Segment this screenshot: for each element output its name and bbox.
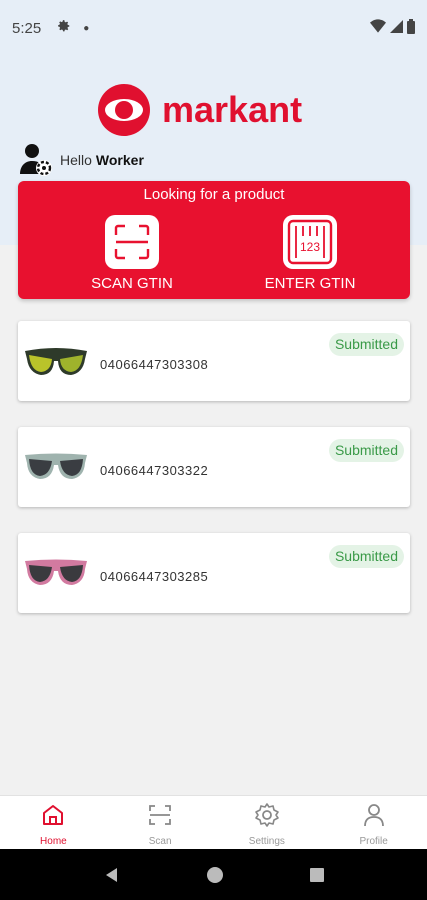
barcode-digits: 123: [300, 240, 320, 254]
product-gtin: 04066447303308: [100, 357, 209, 372]
brand-logo: markant: [98, 84, 302, 136]
user-greeting: Hello Worker: [18, 142, 144, 178]
nav-item-home[interactable]: Home: [0, 796, 107, 849]
nav-item-scan[interactable]: Scan: [107, 796, 214, 849]
home-icon: [43, 805, 64, 825]
sunglasses-thumbnail-icon: [25, 348, 87, 375]
nav-item-settings[interactable]: Settings: [214, 796, 321, 849]
status-badge: Submitted: [328, 545, 404, 568]
bottom-navigation: Home Scan Settings Profile: [0, 795, 427, 849]
sunglasses-thumbnail-icon: [25, 559, 87, 585]
gear-icon: [57, 19, 71, 38]
wifi-icon: [370, 19, 386, 37]
status-time: 5:25: [12, 19, 42, 37]
nav-label-profile: Profile: [359, 836, 388, 847]
back-icon[interactable]: [103, 866, 121, 884]
status-bar: 5:25 ●: [0, 0, 427, 56]
settings-icon: [255, 803, 279, 827]
nav-label-scan: Scan: [148, 836, 172, 847]
brand-name: markant: [162, 89, 303, 130]
product-gtin: 04066447303285: [100, 569, 209, 584]
scan-frame-icon: [105, 215, 159, 269]
product-card[interactable]: 04066447303308 Submitted: [18, 321, 410, 401]
status-badge: Submitted: [328, 333, 404, 356]
enter-gtin-label: ENTER GTIN: [264, 275, 356, 292]
profile-icon: [363, 804, 384, 827]
nav-item-profile[interactable]: Profile: [320, 796, 427, 849]
recents-icon[interactable]: [309, 867, 325, 883]
sunglasses-thumbnail-icon: [25, 453, 87, 479]
markant-logo-icon: [98, 84, 150, 136]
battery-icon: [407, 18, 415, 38]
product-card[interactable]: 04066447303285 Submitted: [18, 533, 410, 613]
find-product-title: Looking for a product: [143, 186, 285, 203]
status-badge: Submitted: [328, 439, 404, 462]
system-navigation-bar: [0, 849, 427, 900]
product-card[interactable]: 04066447303322 Submitted: [18, 427, 410, 507]
barcode-entry-icon: 123: [283, 215, 337, 269]
product-gtin: 04066447303322: [100, 463, 209, 478]
signal-icon: [390, 19, 403, 37]
enter-gtin-button[interactable]: 123 ENTER GTIN: [240, 215, 380, 292]
greeting-username: Worker: [95, 152, 144, 168]
home-button-icon[interactable]: [206, 866, 224, 884]
greeting-hello: Hello: [60, 152, 92, 168]
scan-icon: [149, 805, 172, 825]
scan-gtin-button[interactable]: SCAN GTIN: [62, 215, 202, 292]
nav-label-home: Home: [40, 836, 67, 847]
nav-label-settings: Settings: [248, 836, 285, 847]
find-product-card: Looking for a product SCAN GTIN 123 ENTE…: [18, 181, 410, 299]
notification-dot-icon: ●: [83, 22, 90, 34]
status-icons: [370, 18, 415, 38]
scan-gtin-label: SCAN GTIN: [91, 275, 173, 292]
worker-avatar-icon: [20, 144, 52, 176]
